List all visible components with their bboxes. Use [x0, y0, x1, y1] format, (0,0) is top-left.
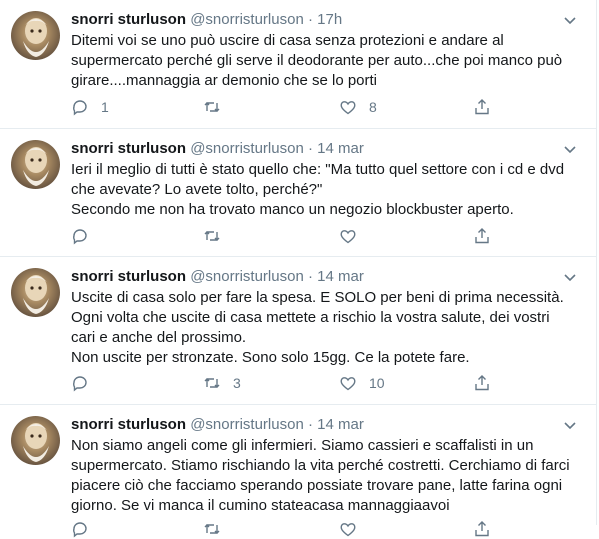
chevron-down-icon[interactable]: [563, 418, 577, 432]
tweet[interactable]: snorri sturluson @snorristurluson · 14 m…: [0, 129, 597, 257]
tweet-header: snorri sturluson @snorristurluson · 14 m…: [71, 267, 364, 287]
reply-icon: [73, 229, 87, 245]
share-icon: [475, 375, 489, 391]
retweet-icon: [204, 231, 220, 241]
author-name[interactable]: snorri sturluson: [71, 11, 186, 28]
heart-icon: [340, 523, 356, 537]
share-button[interactable]: [473, 373, 491, 393]
retweet-icon: [204, 378, 220, 388]
tweet-text: Uscite di casa solo per fare la spesa. E…: [71, 289, 564, 366]
separator-dot: ·: [307, 140, 313, 157]
retweet-icon: [204, 102, 220, 112]
author-handle[interactable]: @snorristurluson: [190, 140, 304, 157]
retweet-button[interactable]: [203, 519, 221, 539]
author-name[interactable]: snorri sturluson: [71, 268, 186, 285]
reply-icon: [73, 376, 87, 392]
tweet-header: snorri sturluson @snorristurluson · 14 m…: [71, 139, 364, 159]
tweet[interactable]: snorri sturluson @snorristurluson · 14 m…: [0, 257, 597, 405]
tweet-timestamp[interactable]: 17h: [317, 11, 342, 28]
share-button[interactable]: [473, 97, 491, 117]
avatar[interactable]: [11, 140, 60, 189]
like-button[interactable]: [339, 519, 357, 539]
tweet-timestamp[interactable]: 14 mar: [317, 140, 364, 157]
tweet[interactable]: snorri sturluson @snorristurluson · 14 m…: [0, 405, 597, 538]
reply-button[interactable]: [71, 519, 89, 539]
tweet-actions: [71, 519, 501, 539]
author-handle[interactable]: @snorristurluson: [190, 268, 304, 285]
tweet-timestamp[interactable]: 14 mar: [317, 268, 364, 285]
avatar[interactable]: [11, 11, 60, 60]
chevron-down-icon[interactable]: [563, 13, 577, 27]
avatar[interactable]: [11, 268, 60, 317]
tweet-text: Ieri il meglio di tutti è stato quello c…: [71, 161, 565, 218]
reply-button[interactable]: [71, 226, 101, 246]
reply-icon: [73, 100, 87, 116]
tweet-text: Ditemi voi se uno può uscire di casa sen…: [71, 32, 563, 89]
retweet-button[interactable]: [203, 226, 233, 246]
share-icon: [475, 521, 489, 537]
tweet-header: snorri sturluson @snorristurluson · 14 m…: [71, 415, 364, 435]
separator-dot: ·: [307, 268, 313, 285]
reply-button[interactable]: [71, 373, 101, 393]
tweet-header: snorri sturluson @snorristurluson · 17h: [71, 10, 342, 30]
separator-dot: ·: [307, 11, 313, 28]
share-button[interactable]: [473, 226, 491, 246]
tweet-actions: 1 8: [71, 97, 501, 117]
author-name[interactable]: snorri sturluson: [71, 416, 186, 433]
chevron-down-icon[interactable]: [563, 270, 577, 284]
heart-icon: [340, 230, 356, 244]
heart-icon: [340, 101, 356, 115]
chevron-down-icon[interactable]: [563, 142, 577, 156]
author-handle[interactable]: @snorristurluson: [190, 416, 304, 433]
like-button[interactable]: 10: [339, 373, 385, 393]
like-count: 8: [369, 99, 377, 115]
heart-icon: [340, 377, 356, 391]
avatar[interactable]: [11, 416, 60, 465]
share-icon: [475, 228, 489, 244]
tweet-timestamp[interactable]: 14 mar: [317, 416, 364, 433]
retweet-button[interactable]: [203, 97, 233, 117]
tweet-actions: 3 10: [71, 373, 501, 393]
tweet[interactable]: snorri sturluson @snorristurluson · 17h …: [0, 0, 597, 129]
share-button[interactable]: [473, 519, 491, 539]
tweet-feed: snorri sturluson @snorristurluson · 17h …: [0, 0, 597, 538]
author-handle[interactable]: @snorristurluson: [190, 11, 304, 28]
tweet-text: Non siamo angeli come gli infermieri. Si…: [71, 437, 570, 514]
retweet-count: 3: [233, 375, 241, 391]
like-count: 10: [369, 375, 385, 391]
retweet-icon: [204, 524, 220, 534]
author-name[interactable]: snorri sturluson: [71, 140, 186, 157]
reply-button[interactable]: 1: [71, 97, 109, 117]
retweet-button[interactable]: 3: [203, 373, 241, 393]
tweet-actions: [71, 226, 501, 246]
reply-count: 1: [101, 99, 109, 115]
like-button[interactable]: [339, 226, 369, 246]
share-icon: [475, 99, 489, 115]
like-button[interactable]: 8: [339, 97, 377, 117]
separator-dot: ·: [307, 416, 313, 433]
reply-icon: [73, 522, 87, 538]
